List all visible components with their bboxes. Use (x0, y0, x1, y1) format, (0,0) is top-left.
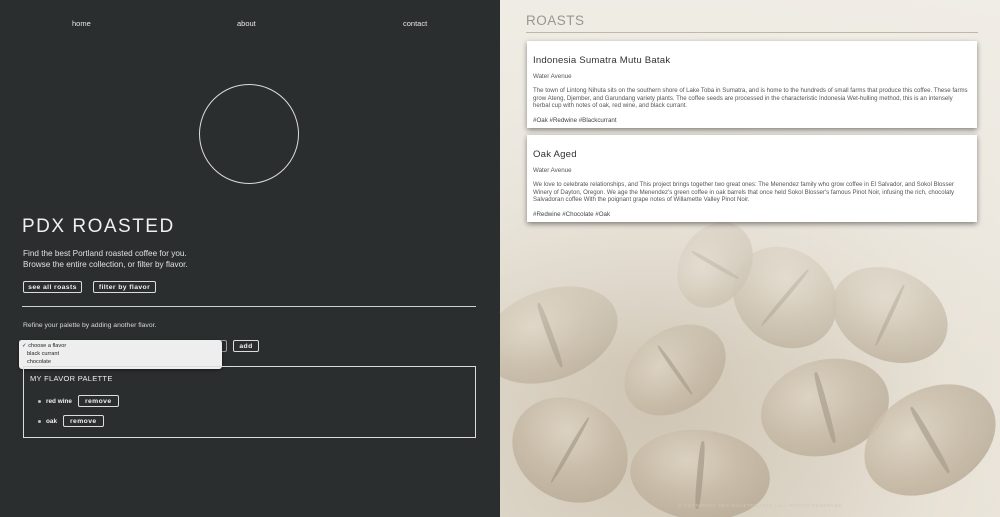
filter-by-flavor-button[interactable]: filter by flavor (93, 281, 156, 293)
page-title: PDX ROASTED (22, 216, 175, 237)
roast-card[interactable]: Oak Aged Water Avenue We love to celebra… (527, 135, 977, 222)
roasts-divider (526, 32, 978, 33)
roaster-name: Water Avenue (533, 167, 572, 174)
palette-item: red wine remove (38, 395, 119, 407)
hero-description: Find the best Portland roasted coffee fo… (23, 249, 323, 270)
footer-copyright: © COPYRIGHT PDX ROASTED 2016 | ALL RIGHT… (678, 503, 843, 508)
hero-description-line-1: Find the best Portland roasted coffee fo… (23, 249, 187, 258)
remove-button[interactable]: remove (63, 415, 104, 427)
palette-item-label: oak (46, 417, 58, 425)
bullet-icon (38, 399, 41, 403)
left-panel: home about contact PDX ROASTED Find the … (0, 0, 500, 517)
add-flavor-button[interactable]: add (233, 340, 259, 352)
bullet-icon (38, 419, 41, 423)
remove-button[interactable]: remove (77, 395, 119, 407)
palette-item: oak remove (38, 415, 104, 427)
palette-title: MY FLAVOR PALETTE (30, 374, 113, 383)
dropdown-option[interactable]: black currant (22, 350, 222, 358)
roast-description: We love to celebrate relationships, and … (533, 181, 955, 204)
roasts-heading: ROASTS (526, 13, 585, 28)
logo-circle (199, 84, 299, 184)
nav-home-link[interactable]: home (72, 19, 91, 28)
nav-contact-link[interactable]: contact (403, 19, 427, 28)
roast-title: Oak Aged (533, 149, 577, 160)
divider (22, 306, 476, 307)
see-all-roasts-button[interactable]: see all roasts (23, 281, 82, 293)
roast-card[interactable]: Indonesia Sumatra Mutu Batak Water Avenu… (527, 41, 977, 128)
roast-title: Indonesia Sumatra Mutu Batak (533, 55, 671, 66)
nav-about-link[interactable]: about (237, 19, 256, 28)
dropdown-option-selected[interactable]: ✓ choose a flavor (22, 342, 222, 350)
flavor-palette: MY FLAVOR PALETTE red wine remove oak re… (23, 366, 476, 438)
palette-item-label: red wine (46, 397, 72, 405)
roast-tags: #Oak #Redwine #Blackcurrant (533, 117, 617, 125)
dropdown-option[interactable]: chocolate (22, 358, 222, 366)
roast-tags: #Redwine #Chocolate #Oak (533, 211, 611, 219)
hero-description-line-2: Browse the entire collection, or filter … (23, 259, 188, 269)
right-panel: ROASTS Indonesia Sumatra Mutu Batak Wate… (500, 0, 1000, 517)
flavor-dropdown-list[interactable]: ✓ choose a flavor black currant chocolat… (19, 340, 222, 369)
roaster-name: Water Avenue (533, 73, 572, 80)
refine-text: Refine your palette by adding another fl… (23, 322, 157, 329)
roast-description: The town of Lintong Nihuta sits on the s… (533, 87, 968, 110)
top-nav: home about contact (0, 19, 500, 31)
